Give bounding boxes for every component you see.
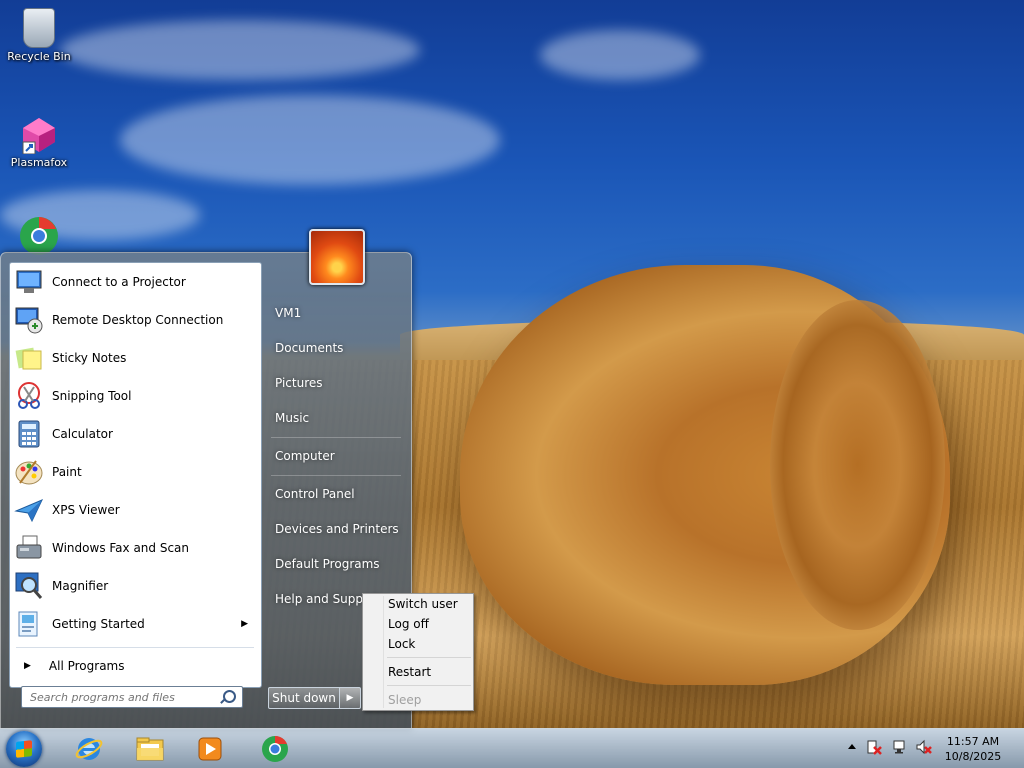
program-getting-started[interactable]: Getting Started ▶ xyxy=(14,607,254,641)
recycle-bin-icon xyxy=(23,8,55,48)
menu-item-lock[interactable]: Lock xyxy=(388,634,415,654)
getting-started-icon xyxy=(14,609,44,639)
program-remote-desktop-connection[interactable]: Remote Desktop Connection xyxy=(14,303,254,337)
program-connect-to-a-projector[interactable]: Connect to a Projector xyxy=(14,265,254,299)
desktop-icon-label: Plasmafox xyxy=(10,156,68,169)
clock-date: 10/8/2025 xyxy=(944,750,1002,763)
calculator-icon xyxy=(14,419,44,449)
search-box[interactable] xyxy=(21,686,243,708)
desktop-icon-recycle-bin[interactable]: Recycle Bin xyxy=(0,8,78,63)
sticky-notes-icon xyxy=(14,343,44,373)
program-label: Magnifier xyxy=(52,579,109,593)
file-explorer-icon xyxy=(136,737,164,761)
right-link-user[interactable]: VM1 xyxy=(267,298,411,328)
menu-gutter xyxy=(383,596,384,708)
program-sticky-notes[interactable]: Sticky Notes xyxy=(14,341,254,375)
program-label: Snipping Tool xyxy=(52,389,132,403)
projector-icon xyxy=(14,267,44,297)
search-input[interactable] xyxy=(28,689,222,705)
palette-icon xyxy=(14,457,44,487)
divider xyxy=(16,647,254,648)
windows-logo-icon xyxy=(16,740,32,758)
shutdown-options-menu: Switch user Log off Lock Restart Sleep xyxy=(362,593,474,711)
menu-separator xyxy=(387,657,471,658)
expand-arrow-icon: ▶ xyxy=(24,661,31,671)
right-link-devices-and-printers[interactable]: Devices and Printers xyxy=(267,514,411,544)
action-center-icon[interactable] xyxy=(866,739,882,755)
right-link-music[interactable]: Music xyxy=(267,403,411,433)
menu-item-sleep: Sleep xyxy=(388,693,422,707)
right-link-documents[interactable]: Documents xyxy=(267,333,411,363)
program-paint[interactable]: Paint xyxy=(14,455,254,489)
divider xyxy=(271,475,401,476)
program-snipping-tool[interactable]: Snipping Tool xyxy=(14,379,254,413)
remote-desktop-icon xyxy=(14,305,44,335)
program-xps-viewer[interactable]: XPS Viewer xyxy=(14,493,254,527)
fax-icon xyxy=(14,533,44,563)
magnifier-icon xyxy=(14,571,44,601)
start-menu: Connect to a Projector Remote Desktop Co… xyxy=(0,229,412,730)
user-account-picture[interactable] xyxy=(309,229,365,285)
menu-item-log-off[interactable]: Log off xyxy=(388,614,429,634)
program-label: Calculator xyxy=(52,427,113,441)
taskbar-internet-explorer[interactable] xyxy=(66,732,112,766)
program-label: Sticky Notes xyxy=(52,351,127,365)
submenu-arrow-icon[interactable]: ▶ xyxy=(241,619,248,629)
menu-item-switch-user[interactable]: Switch user xyxy=(388,594,458,614)
all-programs-button[interactable]: ▶ All Programs xyxy=(16,655,254,677)
show-hidden-icons-icon[interactable] xyxy=(844,739,860,755)
right-link-control-panel[interactable]: Control Panel xyxy=(267,479,411,509)
divider xyxy=(271,437,401,438)
program-magnifier[interactable]: Magnifier xyxy=(14,569,254,603)
program-label: Remote Desktop Connection xyxy=(52,313,224,327)
program-label: XPS Viewer xyxy=(52,503,120,517)
media-player-icon xyxy=(198,737,222,761)
chrome-icon xyxy=(262,736,288,762)
taskbar-media-player[interactable] xyxy=(187,732,233,766)
program-label: Connect to a Projector xyxy=(52,275,186,289)
shutdown-options-button[interactable]: ▶ xyxy=(339,687,361,709)
taskbar: 11:57 AM 10/8/2025 xyxy=(0,728,1024,768)
right-link-pictures[interactable]: Pictures xyxy=(267,368,411,398)
cloud xyxy=(60,20,420,80)
program-label: Getting Started xyxy=(52,617,145,631)
menu-item-restart[interactable]: Restart xyxy=(388,662,431,682)
clock-time: 11:57 AM xyxy=(946,735,1000,748)
taskbar-chrome[interactable] xyxy=(252,732,298,766)
network-icon[interactable] xyxy=(892,739,908,755)
desktop-icon-label: Recycle Bin xyxy=(7,50,71,63)
hay-bale-face xyxy=(770,300,945,630)
taskbar-file-explorer[interactable] xyxy=(127,732,173,766)
start-menu-programs-pane: Connect to a Projector Remote Desktop Co… xyxy=(9,262,262,688)
desktop-icon-plasmafox[interactable]: Plasmafox xyxy=(0,114,78,169)
program-windows-fax-and-scan[interactable]: Windows Fax and Scan xyxy=(14,531,254,565)
shut-down-button[interactable]: Shut down xyxy=(268,687,340,709)
right-link-default-programs[interactable]: Default Programs xyxy=(267,549,411,579)
paper-plane-icon xyxy=(14,495,44,525)
cloud xyxy=(120,95,500,185)
all-programs-label: All Programs xyxy=(48,659,125,673)
scissors-icon xyxy=(14,381,44,411)
right-link-computer[interactable]: Computer xyxy=(267,441,411,471)
menu-separator xyxy=(387,685,471,686)
program-calculator[interactable]: Calculator xyxy=(14,417,254,451)
start-button[interactable] xyxy=(6,731,42,767)
search-icon[interactable] xyxy=(223,690,236,703)
program-label: Windows Fax and Scan xyxy=(52,541,190,555)
system-clock[interactable]: 11:57 AM 10/8/2025 xyxy=(942,734,1004,764)
program-label: Paint xyxy=(52,465,82,479)
cloud xyxy=(540,30,700,80)
chevron-right-icon: ▶ xyxy=(346,693,354,703)
chrome-icon xyxy=(19,216,59,256)
plasmafox-icon xyxy=(19,114,59,155)
internet-explorer-icon xyxy=(75,738,103,760)
volume-muted-icon[interactable] xyxy=(916,739,932,755)
